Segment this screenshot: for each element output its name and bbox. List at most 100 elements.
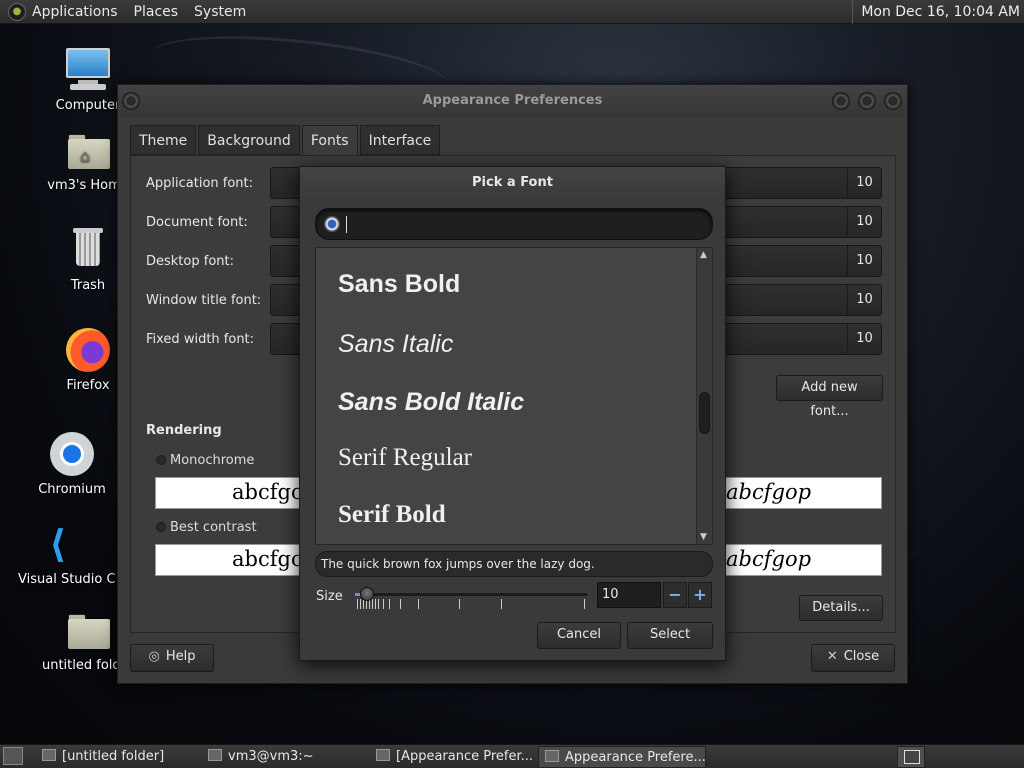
slider-knob[interactable] [360, 587, 374, 601]
desktop-font-label: Desktop font: [146, 254, 234, 269]
font-list-item[interactable]: Sans Bold [338, 270, 460, 299]
menu-places[interactable]: Places [134, 4, 179, 20]
application-font-label: Application font: [146, 176, 254, 191]
font-list-item[interactable]: Serif Regular [338, 444, 472, 472]
taskbar-item-label: [untitled folder] [62, 749, 165, 764]
search-icon [324, 216, 340, 232]
best-contrast-radio[interactable]: Best contrast [156, 520, 257, 535]
minus-icon: − [668, 585, 682, 604]
font-list-item[interactable]: Serif Bold [338, 501, 446, 529]
scrollbar-thumb[interactable] [699, 392, 710, 434]
sample-text-italic: abcfgop [726, 480, 812, 504]
close-icon: ✕ [826, 649, 838, 664]
slider-tick [400, 599, 401, 609]
tab-background[interactable]: Background [198, 125, 300, 155]
fixed-width-font-label: Fixed width font: [146, 332, 255, 347]
taskbar-item-label: vm3@vm3:~ [228, 749, 314, 764]
bottom-taskbar: [untitled folder] vm3@vm3:~ [Appearance … [0, 744, 1024, 768]
font-search-input[interactable] [315, 208, 713, 240]
slider-tick [375, 599, 376, 609]
tab-interface[interactable]: Interface [359, 125, 441, 155]
dialog-title: Pick a Font [300, 167, 725, 199]
applications-logo-icon[interactable]: ● [8, 2, 26, 21]
desktop-icon-label: Visual Studio Code [18, 572, 116, 587]
workspace-switcher[interactable] [897, 746, 925, 768]
document-font-label: Document font: [146, 215, 248, 230]
tab-bar: Theme Background Fonts Interface [130, 125, 442, 155]
folder-icon [64, 606, 112, 654]
radio-dot [156, 455, 166, 465]
minimize-button[interactable] [832, 92, 850, 110]
desktop-icon-vscode[interactable]: ⟨ Visual Studio Code [18, 520, 116, 587]
window-title-font-label: Window title font: [146, 293, 262, 308]
close-button[interactable]: ✕ Close [811, 644, 895, 672]
cancel-button[interactable]: Cancel [537, 622, 621, 649]
size-entry[interactable]: 10 [597, 582, 661, 608]
slider-tick [383, 599, 384, 609]
slider-tick [418, 599, 419, 609]
help-label: Help [165, 649, 196, 664]
window-menu-button[interactable] [122, 92, 140, 110]
size-label: Size [316, 589, 343, 604]
font-size-value: 10 [847, 285, 881, 315]
window-titlebar[interactable]: Appearance Preferences [118, 85, 907, 117]
font-list[interactable]: Sans Bold Sans Italic Sans Bold Italic S… [315, 247, 713, 545]
scroll-up-arrow-icon[interactable]: ▲ [700, 250, 707, 260]
font-size-value: 10 [847, 246, 881, 276]
font-size-value: 10 [847, 207, 881, 237]
clock[interactable]: Mon Dec 16, 10:04 AM [852, 0, 1020, 24]
slider-tick [357, 599, 358, 609]
desktop-icon-chromium[interactable]: Chromium [22, 430, 122, 497]
font-list-item[interactable]: Sans Bold Italic [338, 388, 524, 417]
font-size-value: 10 [847, 324, 881, 354]
trash-icon [64, 226, 112, 274]
monochrome-radio[interactable]: Monochrome [156, 453, 254, 468]
taskbar-item-appearance-2[interactable]: Appearance Prefere... [538, 746, 706, 768]
select-button[interactable]: Select [627, 622, 713, 649]
maximize-button[interactable] [858, 92, 876, 110]
size-decrease-button[interactable]: − [663, 582, 687, 608]
slider-tick [459, 599, 460, 609]
slider-tick [501, 599, 502, 609]
firefox-icon [64, 326, 112, 374]
slider-tick [360, 599, 361, 609]
slider-tick [584, 599, 585, 609]
slider-track [355, 593, 587, 596]
radio-label: Best contrast [170, 520, 257, 535]
close-window-button[interactable] [884, 92, 902, 110]
menu-system[interactable]: System [194, 4, 246, 20]
workspace-1[interactable] [904, 750, 920, 764]
appearance-icon [545, 750, 559, 762]
taskbar-item-appearance-1[interactable]: [Appearance Prefer... [370, 746, 534, 768]
top-panel: ● Applications Places System Mon Dec 16,… [0, 0, 1024, 24]
rendering-heading: Rendering [146, 423, 222, 438]
text-caret [346, 216, 347, 233]
terminal-icon [208, 749, 222, 761]
help-button[interactable]: ◎ Help [130, 644, 214, 672]
folder-icon [42, 749, 56, 761]
appearance-icon [376, 749, 390, 761]
taskbar-item-terminal[interactable]: vm3@vm3:~ [202, 746, 366, 768]
size-increase-button[interactable]: + [688, 582, 712, 608]
size-slider[interactable] [355, 587, 587, 613]
taskbar-item-label: [Appearance Prefer... [396, 749, 534, 764]
font-list-scrollbar[interactable]: ▲ ▼ [696, 248, 712, 544]
chromium-icon [48, 430, 96, 478]
font-list-item[interactable]: Sans Italic [338, 330, 453, 359]
taskbar-item-label: Appearance Prefere... [565, 750, 706, 765]
add-new-font-button[interactable]: Add new font... [776, 375, 883, 419]
tab-theme[interactable]: Theme [130, 125, 197, 155]
show-desktop-button[interactable] [3, 747, 23, 765]
slider-tick [372, 599, 373, 609]
font-size-value: 10 [847, 168, 881, 198]
window-title: Appearance Preferences [422, 93, 603, 108]
menu-applications[interactable]: Applications [32, 4, 118, 20]
details-button[interactable]: Details... [799, 595, 883, 621]
home-folder-icon: ⌂ [64, 126, 112, 174]
taskbar-item-untitled-folder[interactable]: [untitled folder] [36, 746, 200, 768]
tab-fonts[interactable]: Fonts [301, 125, 358, 155]
vscode-icon: ⟨ [49, 522, 67, 566]
scroll-down-arrow-icon[interactable]: ▼ [700, 532, 707, 542]
computer-icon [64, 46, 112, 94]
font-preview-entry[interactable]: The quick brown fox jumps over the lazy … [315, 551, 713, 577]
